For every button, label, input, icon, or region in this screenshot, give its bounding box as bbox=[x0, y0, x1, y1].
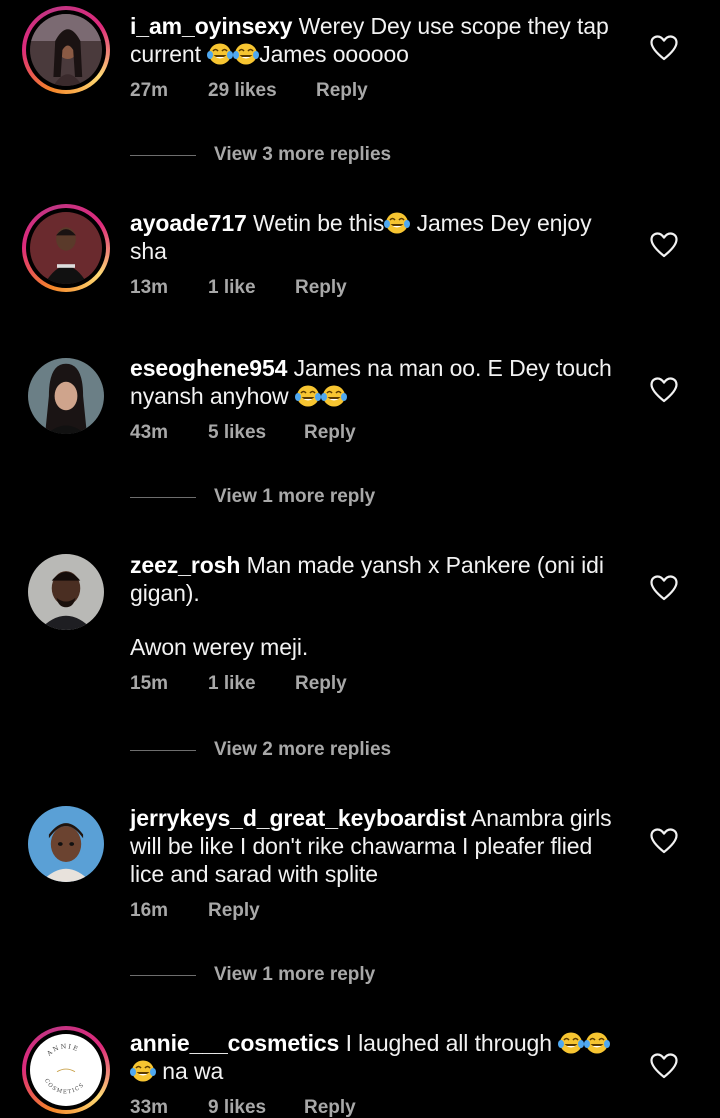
comment-text: annie___cosmetics I laughed all through … bbox=[130, 1029, 630, 1085]
heart-icon[interactable] bbox=[650, 1053, 678, 1079]
heart-icon[interactable] bbox=[650, 377, 678, 403]
reply-button[interactable]: Reply bbox=[304, 1097, 356, 1118]
heart-icon[interactable] bbox=[650, 828, 678, 854]
avatar[interactable] bbox=[22, 548, 110, 636]
comment-meta: 33m 9 likes Reply bbox=[130, 1097, 630, 1118]
divider bbox=[130, 496, 196, 498]
comment-meta: 43m 5 likes Reply bbox=[130, 422, 630, 444]
comment-likes[interactable]: 1 like bbox=[208, 277, 295, 299]
comment-text: ayoade717 Wetin be this James Dey enjoy … bbox=[130, 210, 592, 264]
comment-time: 27m bbox=[130, 80, 169, 101]
avatar[interactable] bbox=[22, 800, 110, 888]
avatar[interactable] bbox=[22, 352, 110, 440]
comment-time: 33m bbox=[130, 1097, 169, 1118]
comment-likes[interactable]: 29 likes bbox=[208, 80, 316, 102]
divider bbox=[130, 154, 196, 156]
avatar[interactable]: ANNIE COSMETICS bbox=[22, 1026, 110, 1114]
avatar[interactable] bbox=[22, 6, 110, 94]
view-more-replies[interactable]: View 1 more reply bbox=[130, 964, 375, 986]
comment-likes[interactable]: 5 likes bbox=[208, 422, 304, 444]
comment-time: 43m bbox=[130, 422, 169, 443]
comment-username[interactable]: i_am_oyinsexy bbox=[130, 13, 292, 39]
reply-button[interactable]: Reply bbox=[208, 900, 260, 922]
heart-icon[interactable] bbox=[650, 575, 678, 601]
reply-button[interactable]: Reply bbox=[316, 80, 368, 102]
divider bbox=[130, 749, 196, 751]
comment-text: eseoghene954 James na man oo. E Dey touc… bbox=[130, 355, 612, 409]
comment-username[interactable]: zeez_rosh bbox=[130, 552, 240, 578]
view-more-replies[interactable]: View 3 more replies bbox=[130, 144, 391, 166]
view-more-replies[interactable]: View 2 more replies bbox=[130, 739, 391, 761]
comment-text-line: Awon werey meji. bbox=[130, 634, 309, 660]
joy-emoji bbox=[584, 1031, 610, 1055]
view-more-replies[interactable]: View 1 more reply bbox=[130, 486, 375, 508]
comment-meta: 27m 29 likes Reply bbox=[130, 80, 630, 102]
reply-button[interactable]: Reply bbox=[295, 277, 347, 299]
joy-emoji bbox=[295, 384, 321, 408]
comment-meta: 15m 1 like Reply bbox=[130, 673, 630, 695]
comment-time: 15m bbox=[130, 673, 169, 694]
joy-emoji bbox=[130, 1059, 156, 1083]
joy-emoji bbox=[233, 42, 259, 66]
comment-text: i_am_oyinsexy Werey Dey use scope they t… bbox=[130, 13, 609, 67]
reply-button[interactable]: Reply bbox=[304, 422, 356, 444]
comment-likes[interactable]: 1 like bbox=[208, 673, 295, 695]
heart-icon[interactable] bbox=[650, 232, 678, 258]
joy-emoji bbox=[558, 1031, 584, 1055]
heart-icon[interactable] bbox=[650, 35, 678, 61]
comment-username[interactable]: eseoghene954 bbox=[130, 355, 287, 381]
comment-likes[interactable]: 9 likes bbox=[208, 1097, 304, 1118]
comment-meta: 13m 1 like Reply bbox=[130, 277, 630, 299]
comment-time: 13m bbox=[130, 277, 169, 298]
comment-text: jerrykeys_d_great_keyboardist Anambra gi… bbox=[130, 805, 612, 887]
comment-username[interactable]: jerrykeys_d_great_keyboardist bbox=[130, 805, 466, 831]
comment-username[interactable]: ayoade717 bbox=[130, 210, 247, 236]
avatar[interactable] bbox=[22, 204, 110, 292]
joy-emoji bbox=[384, 211, 410, 235]
reply-button[interactable]: Reply bbox=[295, 673, 347, 695]
joy-emoji bbox=[321, 384, 347, 408]
divider bbox=[130, 974, 196, 976]
comment-meta: 16m Reply bbox=[130, 900, 630, 922]
joy-emoji bbox=[207, 42, 233, 66]
comment-username[interactable]: annie___cosmetics bbox=[130, 1030, 339, 1056]
comment-time: 16m bbox=[130, 900, 169, 921]
comment-text: zeez_rosh Man made yansh x Pankere (oni … bbox=[130, 552, 604, 606]
